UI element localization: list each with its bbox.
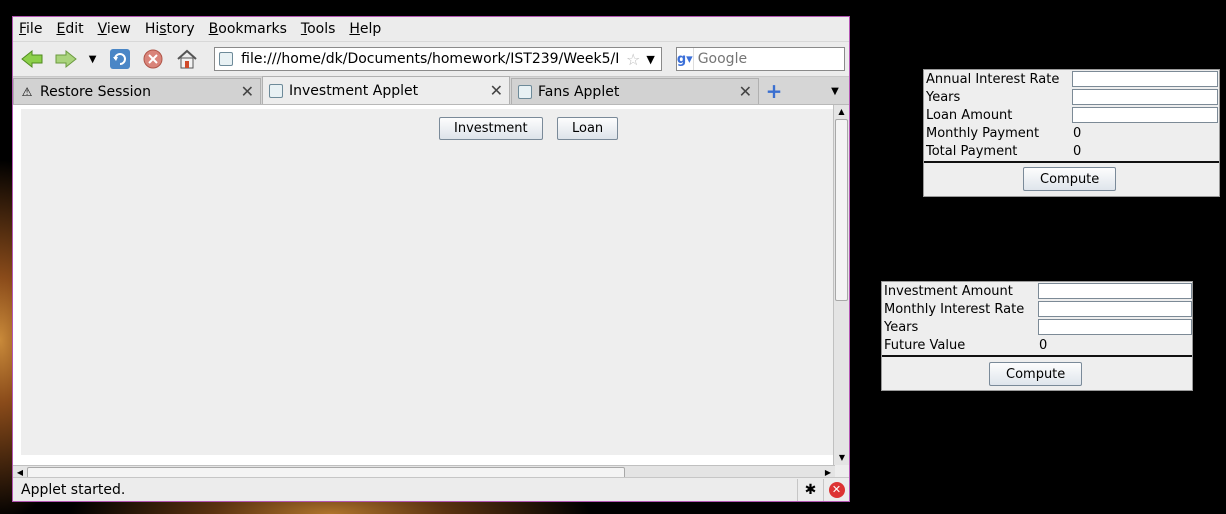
monthly-interest-rate-field[interactable]: [1038, 301, 1192, 317]
loan-panel: Annual Interest Rate Years Loan Amount M…: [923, 69, 1220, 197]
investment-row-amount: Investment Amount: [882, 282, 1192, 300]
tab-restore-session[interactable]: ⚠ Restore Session ✕: [13, 78, 261, 104]
status-text: Applet started.: [21, 481, 126, 498]
stop-icon[interactable]: [138, 45, 168, 73]
investment-panel: Investment Amount Monthly Interest Rate …: [881, 281, 1193, 391]
menu-file[interactable]: File: [19, 21, 42, 37]
page-content: Investment Loan ▲ ▼ ◀ ▶: [13, 105, 849, 481]
vertical-scroll-thumb[interactable]: [835, 119, 848, 301]
panel-divider: [924, 161, 1219, 163]
annual-interest-rate-field[interactable]: [1072, 71, 1218, 87]
loan-row-total-payment: Total Payment 0: [926, 143, 1082, 159]
tab-bar: ⚠ Restore Session ✕ Investment Applet ✕ …: [13, 76, 849, 105]
search-bar[interactable]: g▾ 🔍: [675, 47, 845, 71]
url-bar[interactable]: file:///home/dk/Documents/homework/IST23…: [214, 47, 662, 71]
navigation-toolbar: ▼ file:///home/dk/Documents/homework/IST…: [13, 41, 849, 77]
vertical-scrollbar[interactable]: ▲ ▼: [833, 105, 849, 465]
scroll-down-icon[interactable]: ▼: [834, 451, 850, 465]
loan-compute-button[interactable]: Compute: [1023, 167, 1117, 191]
page-icon: [269, 83, 283, 98]
future-value-value: 0: [1039, 337, 1048, 353]
investment-row-years: Years: [882, 318, 1192, 336]
monthly-payment-value: 0: [1073, 125, 1082, 141]
loan-button[interactable]: Loan: [557, 117, 619, 140]
bookmark-star-icon[interactable]: ☆: [626, 50, 640, 69]
menu-view[interactable]: View: [98, 21, 131, 37]
back-arrow-icon[interactable]: [17, 45, 47, 73]
menu-edit[interactable]: Edit: [56, 21, 83, 37]
close-tab-icon[interactable]: ✕: [490, 81, 503, 100]
status-bar: Applet started. ✱ ✕: [13, 477, 849, 501]
investment-row-monthly-interest-rate: Monthly Interest Rate: [882, 300, 1192, 318]
scroll-up-icon[interactable]: ▲: [834, 105, 849, 119]
total-payment-value: 0: [1073, 143, 1082, 159]
error-console-icon[interactable]: ✕: [823, 478, 849, 501]
loan-amount-field[interactable]: [1072, 107, 1218, 123]
url-text[interactable]: file:///home/dk/Documents/homework/IST23…: [241, 51, 620, 67]
history-dropdown-icon[interactable]: ▼: [85, 45, 101, 73]
home-icon[interactable]: [172, 45, 202, 73]
tab-fans-applet[interactable]: Fans Applet ✕: [511, 78, 759, 104]
warning-icon: ⚠: [21, 84, 33, 99]
loan-row-annual-interest-rate: Annual Interest Rate: [924, 70, 1219, 88]
close-tab-icon[interactable]: ✕: [739, 82, 752, 101]
close-tab-icon[interactable]: ✕: [241, 82, 254, 101]
applet-area: Investment Loan: [21, 109, 833, 455]
loan-row-monthly-payment: Monthly Payment 0: [926, 125, 1082, 141]
tab-investment-applet[interactable]: Investment Applet ✕: [262, 76, 510, 104]
investment-amount-field[interactable]: [1038, 283, 1192, 299]
menu-bar: File Edit View History Bookmarks Tools H…: [13, 17, 849, 41]
menu-bookmarks[interactable]: Bookmarks: [209, 21, 287, 37]
investment-compute-button[interactable]: Compute: [989, 362, 1083, 386]
tab-list-dropdown-icon[interactable]: ▼: [821, 78, 849, 104]
page-icon: [518, 84, 532, 99]
search-input[interactable]: [693, 51, 844, 67]
new-tab-icon[interactable]: +: [760, 78, 788, 104]
investment-row-future-value: Future Value 0: [884, 337, 1048, 353]
loan-row-loan-amount: Loan Amount: [924, 106, 1219, 124]
years-field[interactable]: [1072, 89, 1218, 105]
investment-years-field[interactable]: [1038, 319, 1192, 335]
reload-icon[interactable]: [105, 45, 135, 73]
investment-button[interactable]: Investment: [439, 117, 543, 140]
menu-history[interactable]: History: [145, 21, 195, 37]
url-dropdown-icon[interactable]: ▼: [646, 53, 654, 66]
browser-window: File Edit View History Bookmarks Tools H…: [12, 16, 850, 502]
page-favicon-icon: [219, 52, 234, 66]
loan-row-years: Years: [924, 88, 1219, 106]
google-engine-icon[interactable]: g▾: [677, 48, 694, 70]
java-console-icon[interactable]: ✱: [797, 478, 823, 501]
forward-arrow-icon[interactable]: [51, 45, 81, 73]
menu-tools[interactable]: Tools: [301, 21, 336, 37]
panel-divider: [882, 355, 1192, 357]
menu-help[interactable]: Help: [349, 21, 381, 37]
